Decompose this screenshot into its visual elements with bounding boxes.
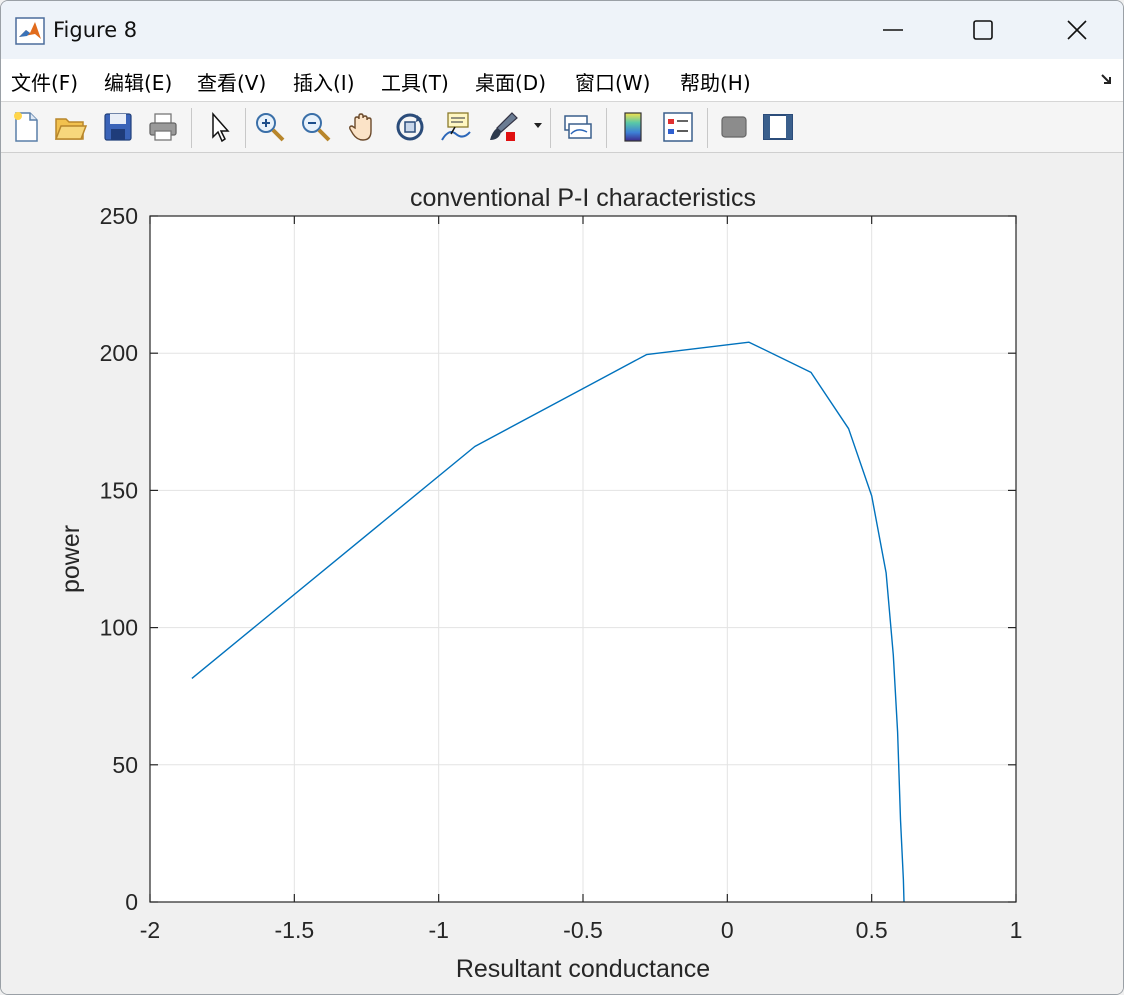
menu-dock-arrow-icon[interactable] — [1099, 71, 1115, 87]
x-tick-label: 0 — [721, 917, 734, 943]
menu-edit[interactable]: 编辑(E) — [104, 67, 172, 96]
maximize-button[interactable] — [937, 1, 1029, 59]
x-tick-label: -0.5 — [563, 917, 603, 943]
menu-insert[interactable]: 插入(I) — [293, 67, 355, 96]
y-axis-label: power — [57, 525, 85, 593]
toolbar-separator — [707, 108, 708, 148]
zoom-in-icon[interactable] — [253, 110, 287, 144]
zoom-out-icon[interactable] — [299, 110, 333, 144]
rotate-3d-icon[interactable] — [393, 110, 427, 144]
x-axis-label: Resultant conductance — [456, 955, 710, 983]
menu-desktop[interactable]: 桌面(D) — [475, 67, 546, 96]
menu-tools[interactable]: 工具(T) — [381, 67, 449, 96]
chart-title: conventional P-I characteristics — [410, 184, 756, 212]
brush-dropdown-icon[interactable] — [533, 122, 543, 130]
matlab-icon — [15, 17, 45, 45]
line-chart: -2 -1.5 -1 -0.5 0 0.5 1 0 50 100 150 200 250 convent… — [57, 184, 1023, 983]
y-tick-label: 100 — [100, 615, 138, 641]
data-cursor-icon[interactable] — [439, 110, 473, 144]
toolbar-separator — [550, 108, 551, 148]
x-tick-label: -1 — [428, 917, 448, 943]
print-icon[interactable] — [146, 110, 180, 144]
toolbar — [1, 102, 1123, 153]
toolbar-separator — [606, 108, 607, 148]
maximize-icon — [973, 20, 993, 40]
menu-bar: 文件(F) 编辑(E) 查看(V) 插入(I) 工具(T) 桌面(D) 窗口(W… — [1, 59, 1123, 102]
y-tick-label: 200 — [100, 340, 138, 366]
brush-icon[interactable] — [486, 110, 520, 144]
menu-file[interactable]: 文件(F) — [11, 67, 78, 96]
menu-view[interactable]: 查看(V) — [197, 67, 266, 96]
new-file-icon[interactable] — [9, 110, 43, 144]
menu-window[interactable]: 窗口(W) — [575, 67, 650, 96]
legend-icon[interactable] — [661, 110, 695, 144]
figure-canvas[interactable]: -2 -1.5 -1 -0.5 0 0.5 1 0 50 100 150 200 250 convent… — [1, 153, 1123, 994]
y-tick-label: 150 — [100, 477, 138, 503]
toolbar-separator — [191, 108, 192, 148]
minimize-icon — [883, 29, 903, 31]
hide-plot-tools-icon[interactable] — [717, 110, 751, 144]
window-title: Figure 8 — [53, 18, 138, 42]
minimize-button[interactable] — [847, 1, 939, 59]
link-plot-icon[interactable] — [561, 110, 595, 144]
select-arrow-icon[interactable] — [203, 110, 237, 144]
colorbar-icon[interactable] — [616, 110, 650, 144]
close-button[interactable] — [1031, 1, 1123, 59]
y-tick-label: 0 — [125, 889, 138, 915]
menu-help[interactable]: 帮助(H) — [680, 67, 751, 96]
pan-hand-icon[interactable] — [346, 110, 380, 144]
toolbar-separator — [245, 108, 246, 148]
y-tick-label: 250 — [100, 203, 138, 229]
x-tick-label: 1 — [1010, 917, 1023, 943]
figure-window: Figure 8 文件(F) 编辑(E) 查看(V) 插入(I) 工具(T) 桌… — [0, 0, 1124, 995]
x-tick-label: 0.5 — [856, 917, 888, 943]
save-icon[interactable] — [101, 110, 135, 144]
close-icon — [1067, 20, 1087, 40]
open-folder-icon[interactable] — [53, 110, 87, 144]
show-plot-tools-icon[interactable] — [761, 110, 795, 144]
x-tick-label: -2 — [140, 917, 160, 943]
x-tick-label: -1.5 — [275, 917, 315, 943]
y-tick-label: 50 — [112, 752, 138, 778]
title-bar[interactable]: Figure 8 — [1, 1, 1123, 59]
